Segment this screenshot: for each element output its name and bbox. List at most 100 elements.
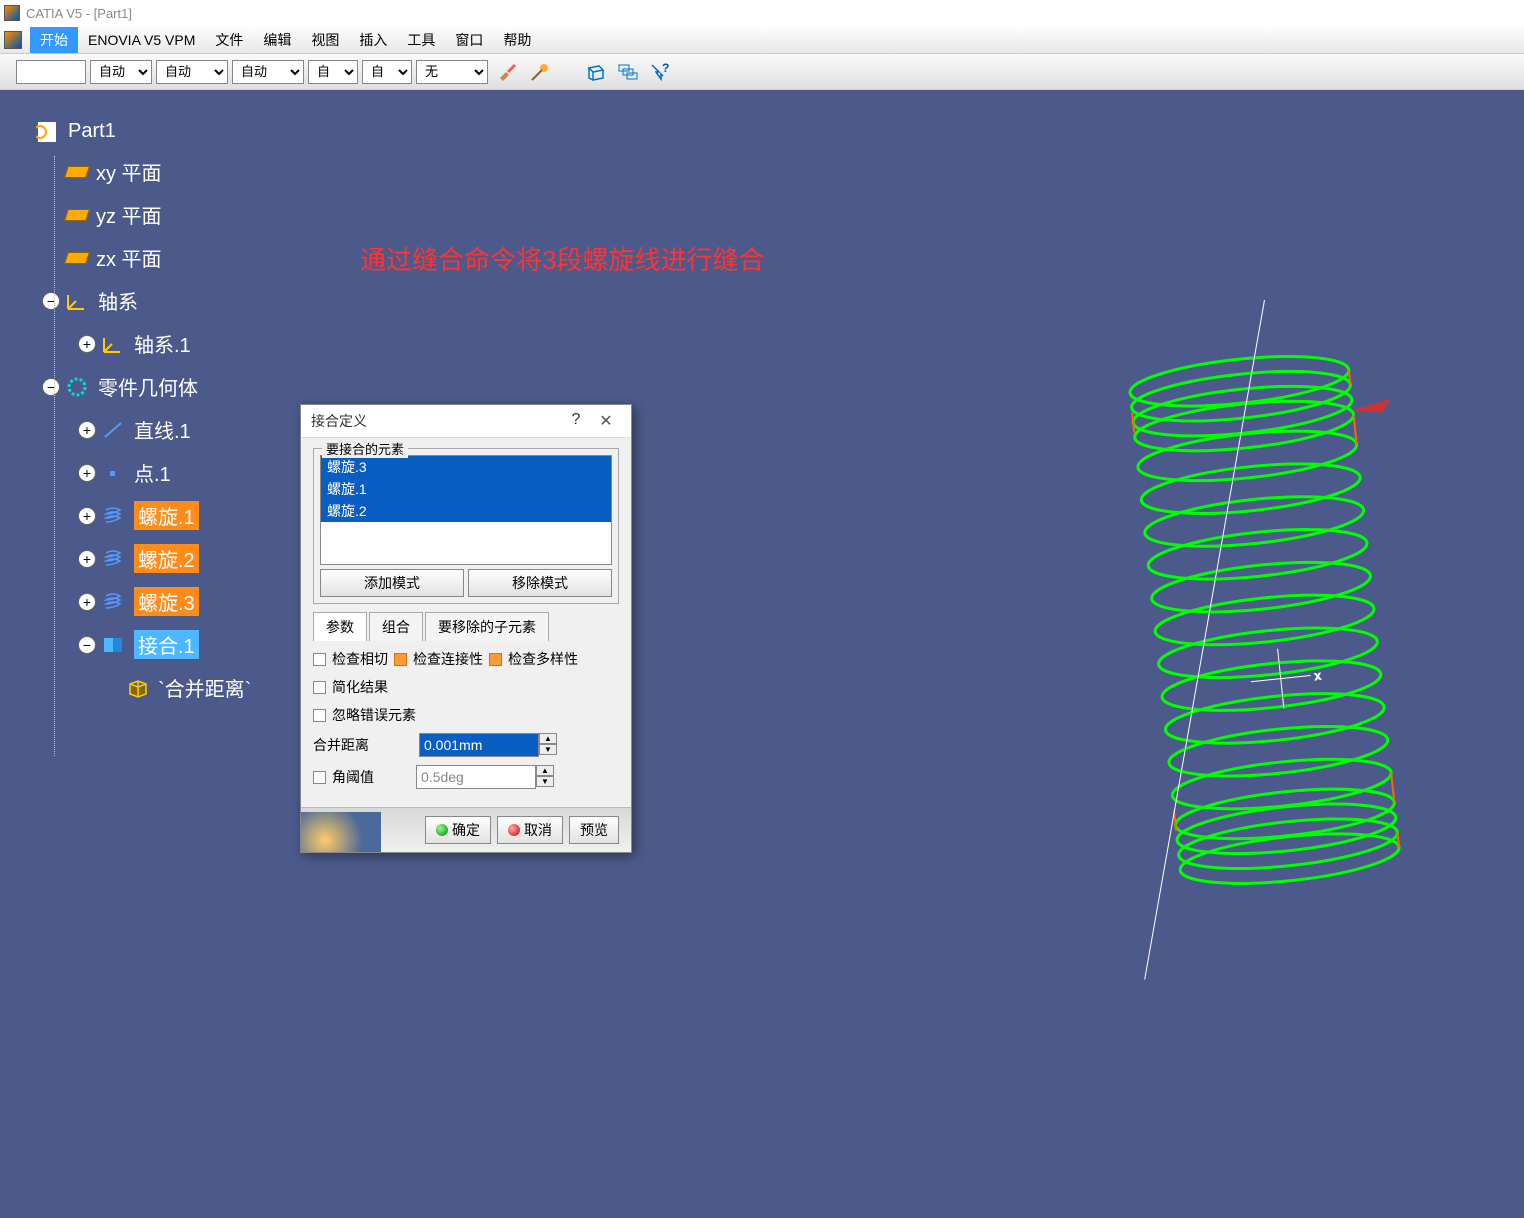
window-title: CATIA V5 - [Part1] [26, 6, 132, 21]
tree-root[interactable]: Part1 [36, 120, 251, 143]
collapse-icon[interactable]: − [78, 636, 96, 654]
tree-yz-plane[interactable]: yz 平面 [36, 200, 251, 229]
tree-merge[interactable]: `合并距离` [36, 673, 251, 702]
wand-icon[interactable] [528, 60, 552, 84]
expand-icon[interactable]: + [78, 507, 96, 525]
merge-distance-input[interactable] [419, 733, 539, 757]
tree-xy-label: xy 平面 [96, 157, 162, 186]
elements-list[interactable]: 螺旋.3 螺旋.1 螺旋.2 [320, 455, 612, 565]
spinner: ▲▼ [536, 765, 554, 789]
part-icon [36, 122, 60, 142]
menu-edit[interactable]: 编辑 [253, 27, 301, 53]
toolbar-select-1[interactable]: 自动 [90, 60, 152, 84]
stack-icon[interactable] [616, 60, 640, 84]
ok-label: 确定 [452, 820, 480, 840]
check-row-ignore: 忽略错误元素 [313, 705, 619, 725]
collapse-icon[interactable]: − [42, 378, 60, 396]
tree-point1[interactable]: + 点.1 [36, 458, 251, 487]
menu-tools[interactable]: 工具 [397, 27, 445, 53]
check-ignore[interactable] [313, 709, 326, 722]
menu-bar: 开始 ENOVIA V5 VPM 文件 编辑 视图 插入 工具 窗口 帮助 [0, 26, 1524, 54]
helix-icon [102, 592, 126, 612]
check-tangent[interactable] [313, 653, 326, 666]
toolbar-select-5[interactable]: 自 [362, 60, 412, 84]
arrow-help-icon[interactable]: ? [648, 60, 672, 84]
tab-combine[interactable]: 组合 [369, 612, 423, 641]
list-item[interactable]: 螺旋.3 [321, 456, 611, 478]
footer-decoration [301, 812, 381, 852]
expand-icon[interactable]: + [78, 335, 96, 353]
toolbar-select-6[interactable]: 无 [416, 60, 488, 84]
tree-helix2[interactable]: + 螺旋.2 [36, 544, 251, 573]
expand-icon[interactable]: + [78, 421, 96, 439]
menu-file[interactable]: 文件 [205, 27, 253, 53]
ok-button[interactable]: 确定 [425, 816, 491, 844]
tab-params[interactable]: 参数 [313, 612, 367, 641]
tree-zx-label: zx 平面 [96, 243, 162, 272]
app-logo-icon [4, 5, 20, 21]
helix-icon [102, 549, 126, 569]
tree-yz-label: yz 平面 [96, 200, 162, 229]
dialog-title: 接合定义 [311, 411, 367, 431]
point-icon [102, 463, 126, 483]
join-icon [102, 635, 126, 655]
check-manifold-label: 检查多样性 [508, 649, 578, 669]
tab-subremove[interactable]: 要移除的子元素 [425, 612, 549, 641]
tree-body[interactable]: − 零件几何体 [36, 372, 251, 401]
list-item[interactable]: 螺旋.2 [321, 500, 611, 522]
preview-label: 预览 [580, 820, 608, 840]
toolbar-colorbox[interactable] [16, 60, 86, 84]
toolbar-select-2[interactable]: 自动 [156, 60, 228, 84]
toolbar-select-4[interactable]: 自 [308, 60, 358, 84]
check-simplify[interactable] [313, 681, 326, 694]
tree-helix3[interactable]: + 螺旋.3 [36, 587, 251, 616]
preview-button[interactable]: 预览 [569, 816, 619, 844]
ok-dot-icon [436, 824, 448, 836]
menu-help[interactable]: 帮助 [493, 27, 541, 53]
elements-group-label: 要接合的元素 [322, 439, 408, 458]
cancel-button[interactable]: 取消 [497, 816, 563, 844]
dialog-close-button[interactable]: ✕ [591, 411, 621, 431]
list-item[interactable]: 螺旋.1 [321, 478, 611, 500]
title-bar: CATIA V5 - [Part1] [0, 0, 1524, 26]
spinner[interactable]: ▲▼ [539, 733, 557, 757]
menu-insert[interactable]: 插入 [349, 27, 397, 53]
dialog-titlebar[interactable]: 接合定义 ? ✕ [301, 405, 631, 438]
viewport-3d[interactable]: Part1 xy 平面 yz 平面 zx 平面 − 轴系 + 轴系.1 − 零件… [0, 90, 1524, 1218]
check-connect[interactable] [394, 653, 407, 666]
expand-icon[interactable]: + [78, 593, 96, 611]
brush-icon[interactable] [496, 60, 520, 84]
tree-axis-system[interactable]: − 轴系 [36, 286, 251, 315]
specification-tree: Part1 xy 平面 yz 平面 zx 平面 − 轴系 + 轴系.1 − 零件… [36, 120, 251, 716]
annotation-text: 通过缝合命令将3段螺旋线进行缝合 [360, 240, 764, 277]
check-manifold[interactable] [489, 653, 502, 666]
tree-helix1[interactable]: + 螺旋.1 [36, 501, 251, 530]
toolbar-select-3[interactable]: 自动 [232, 60, 304, 84]
check-angle[interactable] [313, 771, 326, 784]
menu-view[interactable]: 视图 [301, 27, 349, 53]
expand-icon[interactable]: + [78, 550, 96, 568]
svg-text:?: ? [662, 62, 669, 75]
tree-xy-plane[interactable]: xy 平面 [36, 157, 251, 186]
dialog-footer: 确定 取消 预览 [301, 807, 631, 852]
expand-icon[interactable]: + [78, 464, 96, 482]
cancel-label: 取消 [524, 820, 552, 840]
box-icon[interactable] [584, 60, 608, 84]
add-mode-button[interactable]: 添加模式 [320, 569, 464, 597]
tree-axis-1[interactable]: + 轴系.1 [36, 329, 251, 358]
menu-window[interactable]: 窗口 [445, 27, 493, 53]
tree-join1[interactable]: − 接合.1 [36, 630, 251, 659]
collapse-icon[interactable]: − [42, 292, 60, 310]
menu-enovia[interactable]: ENOVIA V5 VPM [78, 29, 205, 51]
remove-mode-button[interactable]: 移除模式 [468, 569, 612, 597]
gear-icon [66, 377, 90, 397]
tree-helix1-label: 螺旋.1 [134, 501, 199, 530]
check-row-1: 检查相切 检查连接性 检查多样性 [313, 649, 619, 669]
menu-logo-icon [4, 31, 22, 49]
svg-text:x: x [1314, 668, 1321, 683]
menu-start[interactable]: 开始 [30, 27, 78, 53]
tree-zx-plane[interactable]: zx 平面 [36, 243, 251, 272]
tree-line1[interactable]: + 直线.1 [36, 415, 251, 444]
tree-connector [54, 156, 55, 756]
dialog-help-button[interactable]: ? [561, 411, 591, 431]
